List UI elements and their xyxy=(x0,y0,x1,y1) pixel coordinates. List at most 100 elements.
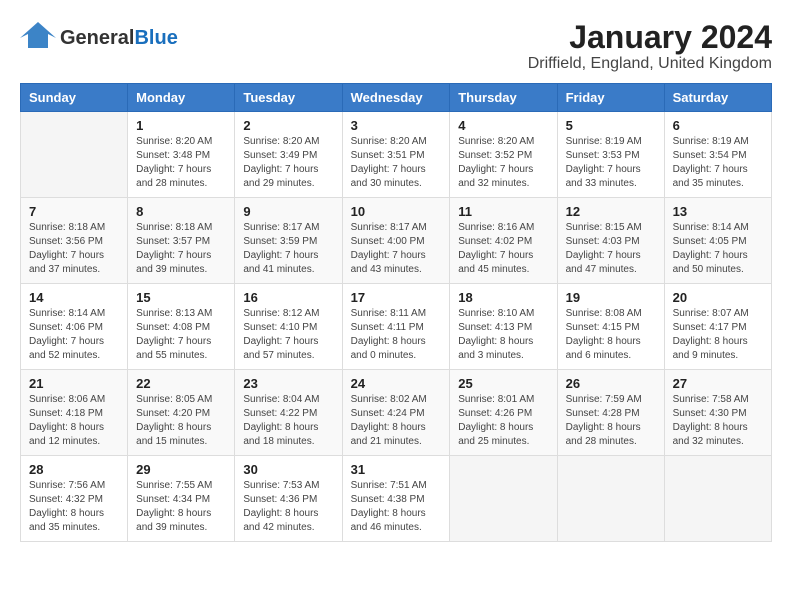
day-number: 18 xyxy=(458,290,548,305)
calendar-cell: 31 Sunrise: 7:51 AMSunset: 4:38 PMDayligh… xyxy=(342,456,450,542)
calendar-cell: 5 Sunrise: 8:19 AMSunset: 3:53 PMDaylight… xyxy=(557,112,664,198)
day-number: 23 xyxy=(243,376,333,391)
col-header-sunday: Sunday xyxy=(21,84,128,112)
location: Driffield, England, United Kingdom xyxy=(528,55,772,73)
day-info: Sunrise: 8:18 AMSunset: 3:56 PMDaylight:… xyxy=(29,221,119,277)
day-number: 28 xyxy=(29,462,119,477)
day-number: 9 xyxy=(243,204,333,219)
day-number: 3 xyxy=(351,118,442,133)
day-info: Sunrise: 8:15 AMSunset: 4:03 PMDaylight:… xyxy=(566,221,656,277)
day-number: 27 xyxy=(673,376,763,391)
day-info: Sunrise: 8:19 AMSunset: 3:53 PMDaylight:… xyxy=(566,135,656,191)
logo-icon xyxy=(20,20,56,50)
day-info: Sunrise: 8:20 AMSunset: 3:48 PMDaylight:… xyxy=(136,135,226,191)
calendar-cell: 19 Sunrise: 8:08 AMSunset: 4:15 PMDayligh… xyxy=(557,284,664,370)
day-number: 8 xyxy=(136,204,226,219)
calendar-cell: 23 Sunrise: 8:04 AMSunset: 4:22 PMDayligh… xyxy=(235,370,342,456)
day-info: Sunrise: 8:20 AMSunset: 3:49 PMDaylight:… xyxy=(243,135,333,191)
day-info: Sunrise: 8:18 AMSunset: 3:57 PMDaylight:… xyxy=(136,221,226,277)
calendar-week-3: 14Sunrise: 8:14 AMSunset: 4:06 PMDayligh… xyxy=(21,284,772,370)
calendar-cell: 27 Sunrise: 7:58 AMSunset: 4:30 PMDayligh… xyxy=(664,370,771,456)
calendar-cell: 17 Sunrise: 8:11 AMSunset: 4:11 PMDayligh… xyxy=(342,284,450,370)
calendar-header-row: SundayMondayTuesdayWednesdayThursdayFrid… xyxy=(21,84,772,112)
day-info: Sunrise: 8:13 AMSunset: 4:08 PMDaylight:… xyxy=(136,307,226,363)
calendar-cell xyxy=(557,456,664,542)
day-info: Sunrise: 8:06 AMSunset: 4:18 PMDaylight:… xyxy=(29,393,119,449)
day-number: 16 xyxy=(243,290,333,305)
day-info: Sunrise: 8:08 AMSunset: 4:15 PMDaylight:… xyxy=(566,307,656,363)
calendar-cell: 20Sunrise: 8:07 AMSunset: 4:17 PMDayligh… xyxy=(664,284,771,370)
calendar-cell xyxy=(664,456,771,542)
calendar-cell: 10 Sunrise: 8:17 AMSunset: 4:00 PMDayligh… xyxy=(342,198,450,284)
day-info: Sunrise: 7:51 AMSunset: 4:38 PMDaylight:… xyxy=(351,479,442,535)
day-number: 21 xyxy=(29,376,119,391)
day-number: 13 xyxy=(673,204,763,219)
calendar-cell: 29Sunrise: 7:55 AMSunset: 4:34 PMDayligh… xyxy=(128,456,235,542)
day-number: 11 xyxy=(458,204,548,219)
day-info: Sunrise: 8:17 AMSunset: 3:59 PMDaylight:… xyxy=(243,221,333,277)
calendar-cell: 18Sunrise: 8:10 AMSunset: 4:13 PMDayligh… xyxy=(450,284,557,370)
calendar-cell: 13Sunrise: 8:14 AMSunset: 4:05 PMDayligh… xyxy=(664,198,771,284)
col-header-friday: Friday xyxy=(557,84,664,112)
day-info: Sunrise: 7:59 AMSunset: 4:28 PMDaylight:… xyxy=(566,393,656,449)
day-number: 10 xyxy=(351,204,442,219)
day-info: Sunrise: 7:55 AMSunset: 4:34 PMDaylight:… xyxy=(136,479,226,535)
calendar-cell xyxy=(450,456,557,542)
day-info: Sunrise: 8:19 AMSunset: 3:54 PMDaylight:… xyxy=(673,135,763,191)
calendar-cell: 6Sunrise: 8:19 AMSunset: 3:54 PMDaylight… xyxy=(664,112,771,198)
calendar-cell: 2Sunrise: 8:20 AMSunset: 3:49 PMDaylight… xyxy=(235,112,342,198)
logo: GeneralBlue xyxy=(20,20,178,55)
calendar-cell: 8 Sunrise: 8:18 AMSunset: 3:57 PMDaylight… xyxy=(128,198,235,284)
calendar-table: SundayMondayTuesdayWednesdayThursdayFrid… xyxy=(20,83,772,542)
calendar-cell: 24Sunrise: 8:02 AMSunset: 4:24 PMDayligh… xyxy=(342,370,450,456)
col-header-saturday: Saturday xyxy=(664,84,771,112)
calendar-cell: 11 Sunrise: 8:16 AMSunset: 4:02 PMDayligh… xyxy=(450,198,557,284)
day-number: 20 xyxy=(673,290,763,305)
day-info: Sunrise: 8:11 AMSunset: 4:11 PMDaylight:… xyxy=(351,307,442,363)
page-header: GeneralBlue January 2024 Driffield, Engl… xyxy=(20,20,772,73)
day-number: 15 xyxy=(136,290,226,305)
day-number: 31 xyxy=(351,462,442,477)
day-info: Sunrise: 7:53 AMSunset: 4:36 PMDaylight:… xyxy=(243,479,333,535)
calendar-cell: 4 Sunrise: 8:20 AMSunset: 3:52 PMDaylight… xyxy=(450,112,557,198)
day-info: Sunrise: 8:20 AMSunset: 3:51 PMDaylight:… xyxy=(351,135,442,191)
day-info: Sunrise: 8:05 AMSunset: 4:20 PMDaylight:… xyxy=(136,393,226,449)
calendar-cell: 28Sunrise: 7:56 AMSunset: 4:32 PMDayligh… xyxy=(21,456,128,542)
calendar-cell: 3 Sunrise: 8:20 AMSunset: 3:51 PMDaylight… xyxy=(342,112,450,198)
month-title: January 2024 xyxy=(528,20,772,55)
logo-blue: Blue xyxy=(134,27,177,49)
calendar-week-4: 21 Sunrise: 8:06 AMSunset: 4:18 PMDayligh… xyxy=(21,370,772,456)
logo-general: General xyxy=(60,27,134,49)
calendar-cell: 12 Sunrise: 8:15 AMSunset: 4:03 PMDayligh… xyxy=(557,198,664,284)
day-number: 25 xyxy=(458,376,548,391)
day-info: Sunrise: 8:16 AMSunset: 4:02 PMDaylight:… xyxy=(458,221,548,277)
col-header-tuesday: Tuesday xyxy=(235,84,342,112)
day-info: Sunrise: 8:20 AMSunset: 3:52 PMDaylight:… xyxy=(458,135,548,191)
calendar-cell: 14Sunrise: 8:14 AMSunset: 4:06 PMDayligh… xyxy=(21,284,128,370)
day-info: Sunrise: 7:58 AMSunset: 4:30 PMDaylight:… xyxy=(673,393,763,449)
calendar-cell: 21 Sunrise: 8:06 AMSunset: 4:18 PMDayligh… xyxy=(21,370,128,456)
calendar-cell: 9 Sunrise: 8:17 AMSunset: 3:59 PMDaylight… xyxy=(235,198,342,284)
day-number: 5 xyxy=(566,118,656,133)
day-number: 22 xyxy=(136,376,226,391)
day-number: 12 xyxy=(566,204,656,219)
day-number: 4 xyxy=(458,118,548,133)
day-number: 19 xyxy=(566,290,656,305)
calendar-cell: 26 Sunrise: 7:59 AMSunset: 4:28 PMDayligh… xyxy=(557,370,664,456)
day-number: 17 xyxy=(351,290,442,305)
col-header-thursday: Thursday xyxy=(450,84,557,112)
day-info: Sunrise: 8:04 AMSunset: 4:22 PMDaylight:… xyxy=(243,393,333,449)
calendar-cell: 25Sunrise: 8:01 AMSunset: 4:26 PMDayligh… xyxy=(450,370,557,456)
calendar-cell: 16 Sunrise: 8:12 AMSunset: 4:10 PMDayligh… xyxy=(235,284,342,370)
day-info: Sunrise: 8:17 AMSunset: 4:00 PMDaylight:… xyxy=(351,221,442,277)
day-number: 26 xyxy=(566,376,656,391)
day-number: 14 xyxy=(29,290,119,305)
calendar-cell: 22 Sunrise: 8:05 AMSunset: 4:20 PMDayligh… xyxy=(128,370,235,456)
calendar-week-1: 1 Sunrise: 8:20 AMSunset: 3:48 PMDaylight… xyxy=(21,112,772,198)
day-number: 1 xyxy=(136,118,226,133)
day-number: 30 xyxy=(243,462,333,477)
day-info: Sunrise: 8:12 AMSunset: 4:10 PMDaylight:… xyxy=(243,307,333,363)
calendar-cell: 15 Sunrise: 8:13 AMSunset: 4:08 PMDayligh… xyxy=(128,284,235,370)
col-header-wednesday: Wednesday xyxy=(342,84,450,112)
calendar-cell: 7Sunrise: 8:18 AMSunset: 3:56 PMDaylight… xyxy=(21,198,128,284)
